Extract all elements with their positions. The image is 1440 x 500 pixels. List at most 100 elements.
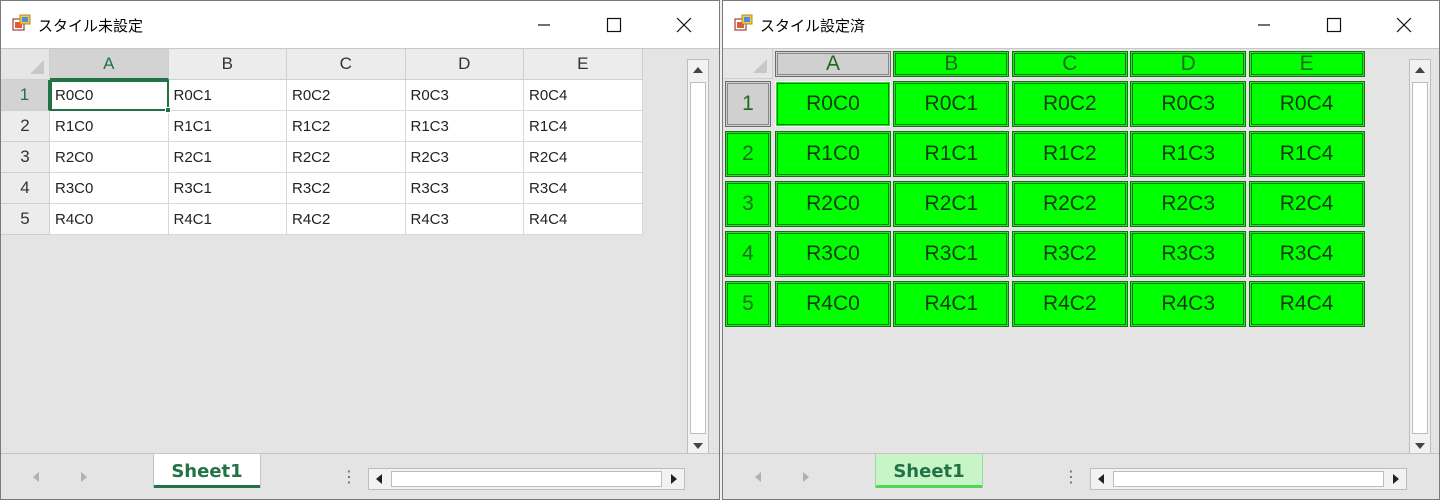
maximize-button[interactable]	[579, 1, 649, 48]
cell[interactable]: R3C2	[287, 173, 406, 204]
cell[interactable]: R3C4	[1248, 231, 1365, 277]
cell[interactable]: R2C2	[287, 142, 406, 173]
row-header-3[interactable]: 3	[1, 142, 50, 173]
cell[interactable]: R0C2	[1011, 81, 1128, 127]
column-header-c[interactable]: C	[1011, 51, 1128, 77]
cell[interactable]: R1C1	[168, 111, 287, 142]
row-header-1[interactable]: 1	[1, 80, 50, 111]
cell[interactable]: R2C3	[405, 142, 524, 173]
vertical-scroll-thumb[interactable]	[690, 82, 706, 434]
cell[interactable]: R4C4	[524, 204, 643, 235]
scroll-right-button[interactable]	[664, 469, 684, 489]
cell[interactable]: R4C0	[50, 204, 169, 235]
cell[interactable]: R2C1	[168, 142, 287, 173]
row-header-3[interactable]: 3	[725, 181, 771, 227]
cell[interactable]: R0C3	[1130, 81, 1247, 127]
column-header-d[interactable]: D	[1130, 51, 1247, 77]
cell[interactable]: R3C4	[524, 173, 643, 204]
cell[interactable]: R0C0	[50, 80, 169, 111]
cell[interactable]: R0C1	[168, 80, 287, 111]
minimize-button[interactable]	[1229, 1, 1299, 48]
column-header-c[interactable]: C	[287, 49, 406, 80]
minimize-button[interactable]	[509, 1, 579, 48]
tab-nav-prev[interactable]	[751, 469, 765, 485]
cell[interactable]: R0C4	[524, 80, 643, 111]
cell[interactable]: R4C4	[1248, 281, 1365, 327]
cell[interactable]: R0C3	[405, 80, 524, 111]
cell[interactable]: R2C0	[775, 181, 891, 227]
cell[interactable]: R1C2	[287, 111, 406, 142]
cell[interactable]: R3C0	[775, 231, 891, 277]
cell[interactable]: R0C4	[1248, 81, 1365, 127]
cell[interactable]: R0C2	[287, 80, 406, 111]
cell[interactable]: R4C1	[168, 204, 287, 235]
scroll-left-button[interactable]	[1091, 469, 1111, 489]
cell[interactable]: R3C0	[50, 173, 169, 204]
cell[interactable]: R1C2	[1011, 131, 1128, 177]
horizontal-scrollbar[interactable]	[368, 468, 685, 490]
horizontal-scrollbar[interactable]	[1090, 468, 1407, 490]
scroll-right-button[interactable]	[1386, 469, 1406, 489]
horizontal-scroll-thumb[interactable]	[391, 471, 662, 487]
cell[interactable]: R4C3	[405, 204, 524, 235]
cell[interactable]: R3C2	[1011, 231, 1128, 277]
scroll-left-button[interactable]	[369, 469, 389, 489]
select-all-corner[interactable]	[723, 49, 773, 79]
cell[interactable]: R1C0	[775, 131, 891, 177]
cell[interactable]: R2C4	[1248, 181, 1365, 227]
maximize-button[interactable]	[1299, 1, 1369, 48]
title-bar[interactable]: スタイル未設定	[1, 1, 719, 48]
select-all-corner[interactable]	[1, 49, 50, 80]
horizontal-scroll-thumb[interactable]	[1113, 471, 1384, 487]
column-header-e[interactable]: E	[524, 49, 643, 80]
column-header-e[interactable]: E	[1248, 51, 1365, 77]
column-header-a[interactable]: A	[775, 51, 891, 77]
sheet-tab[interactable]: Sheet1	[153, 454, 261, 488]
cell[interactable]: R1C4	[524, 111, 643, 142]
close-button[interactable]	[649, 1, 719, 48]
fill-handle[interactable]	[164, 107, 171, 113]
cell[interactable]: R0C0	[775, 81, 891, 127]
cell[interactable]: R2C2	[1011, 181, 1128, 227]
column-header-a[interactable]: A	[50, 49, 169, 80]
row-header-4[interactable]: 4	[725, 231, 771, 277]
cell[interactable]: R3C3	[1130, 231, 1247, 277]
row-header-2[interactable]: 2	[725, 131, 771, 177]
cell[interactable]: R4C1	[893, 281, 1010, 327]
cell[interactable]: R1C4	[1248, 131, 1365, 177]
tab-nav-prev[interactable]	[29, 469, 43, 485]
cell[interactable]: R4C3	[1130, 281, 1247, 327]
tab-split-icon[interactable]: ⋮	[341, 467, 357, 486]
cell[interactable]: R1C1	[893, 131, 1010, 177]
vertical-scrollbar[interactable]	[687, 59, 709, 457]
column-header-b[interactable]: B	[893, 51, 1010, 77]
sheet-tab[interactable]: Sheet1	[875, 454, 983, 488]
vertical-scrollbar[interactable]	[1409, 59, 1431, 457]
cell[interactable]: R1C3	[1130, 131, 1247, 177]
row-header-4[interactable]: 4	[1, 173, 50, 204]
cell[interactable]: R3C1	[893, 231, 1010, 277]
cell[interactable]: R1C0	[50, 111, 169, 142]
scroll-up-button[interactable]	[688, 60, 708, 80]
column-header-d[interactable]: D	[405, 49, 524, 80]
title-bar[interactable]: スタイル設定済	[723, 1, 1439, 48]
vertical-scroll-thumb[interactable]	[1412, 82, 1428, 434]
cell[interactable]: R2C0	[50, 142, 169, 173]
cell[interactable]: R4C2	[1011, 281, 1128, 327]
row-header-5[interactable]: 5	[1, 204, 50, 235]
close-button[interactable]	[1369, 1, 1439, 48]
cell[interactable]: R0C1	[893, 81, 1010, 127]
cell[interactable]: R3C3	[405, 173, 524, 204]
cell[interactable]: R2C1	[893, 181, 1010, 227]
cell[interactable]: R4C0	[775, 281, 891, 327]
cell[interactable]: R3C1	[168, 173, 287, 204]
cell[interactable]: R2C3	[1130, 181, 1247, 227]
tab-nav-next[interactable]	[799, 469, 813, 485]
cell[interactable]: R2C4	[524, 142, 643, 173]
scroll-up-button[interactable]	[1410, 60, 1430, 80]
column-header-b[interactable]: B	[168, 49, 287, 80]
cell[interactable]: R1C3	[405, 111, 524, 142]
tab-split-icon[interactable]: ⋮	[1063, 467, 1079, 486]
row-header-5[interactable]: 5	[725, 281, 771, 327]
row-header-1[interactable]: 1	[725, 81, 771, 127]
